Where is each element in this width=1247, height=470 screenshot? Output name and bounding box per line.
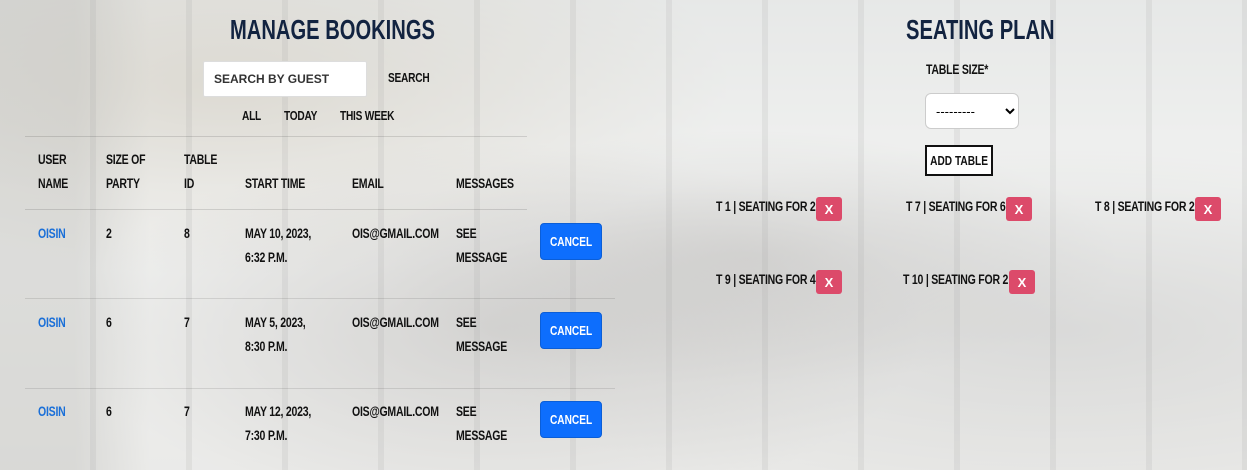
cancel-button[interactable]: Cancel [540,401,602,438]
see-message-link[interactable]: See Message [456,222,521,270]
email: ois@gmail.com [352,226,439,241]
seating-table-item: T 10 | Seating for 2 X [903,270,1038,296]
email: ois@gmail.com [352,404,439,419]
party-size: 2 [106,226,112,241]
cancel-button[interactable]: Cancel [540,223,602,260]
search-input[interactable] [203,61,367,97]
seating-table-item: T 1 | Seating for 2 X [716,197,846,223]
email: ois@gmail.com [352,315,439,330]
search-button[interactable]: Search [388,70,441,85]
col-header-size-of-party: Size of Party [106,152,146,191]
seating-plan-title: Seating Plan [906,14,1055,45]
see-message-link[interactable]: See Message [456,311,521,359]
col-header-email: Email [352,176,384,191]
party-size: 6 [106,315,112,330]
party-size: 6 [106,404,112,419]
user-link[interactable]: Oisin [38,400,73,424]
remove-table-button[interactable]: X [816,270,842,294]
start-time: May 12, 2023, 7:30 p.m. [245,404,312,443]
user-link[interactable]: Oisin [38,222,73,246]
start-time: May 5, 2023, 8:30 p.m. [245,315,306,354]
col-header-table-id: Table ID [184,152,218,191]
col-header-start-time: Start Time [245,176,306,191]
filter-all[interactable]: All [242,108,266,123]
start-time: May 10, 2023, 6:32 p.m. [245,226,312,265]
filter-today[interactable]: Today [284,108,327,123]
remove-table-button[interactable]: X [1195,197,1221,221]
seating-table-item: T 8 | Seating for 2 X [1095,197,1225,223]
table-size-label: Table size* [926,62,989,77]
manage-bookings-title: Manage Bookings [230,14,435,45]
user-link[interactable]: Oisin [38,311,73,335]
remove-table-button[interactable]: X [1006,197,1032,221]
table-id: 7 [184,404,190,419]
seating-table-item: T 9 | Seating for 4 X [716,270,846,296]
divider [25,136,527,137]
col-header-messages: Messages [456,176,514,191]
divider [25,209,527,210]
table-id: 7 [184,315,190,330]
see-message-link[interactable]: See Message [456,400,521,448]
add-table-button[interactable]: Add Table [925,145,993,176]
seating-table-item: T 7 | Seating for 6 X [906,197,1036,223]
col-header-user-name: User Name [38,152,69,191]
divider [25,388,615,389]
cancel-button[interactable]: Cancel [540,312,602,349]
remove-table-button[interactable]: X [1009,270,1035,294]
filter-this-week[interactable]: This Week [340,108,410,123]
remove-table-button[interactable]: X [816,197,842,221]
table-id: 8 [184,226,190,241]
table-size-select[interactable]: --------- [925,93,1019,129]
divider [25,298,615,299]
